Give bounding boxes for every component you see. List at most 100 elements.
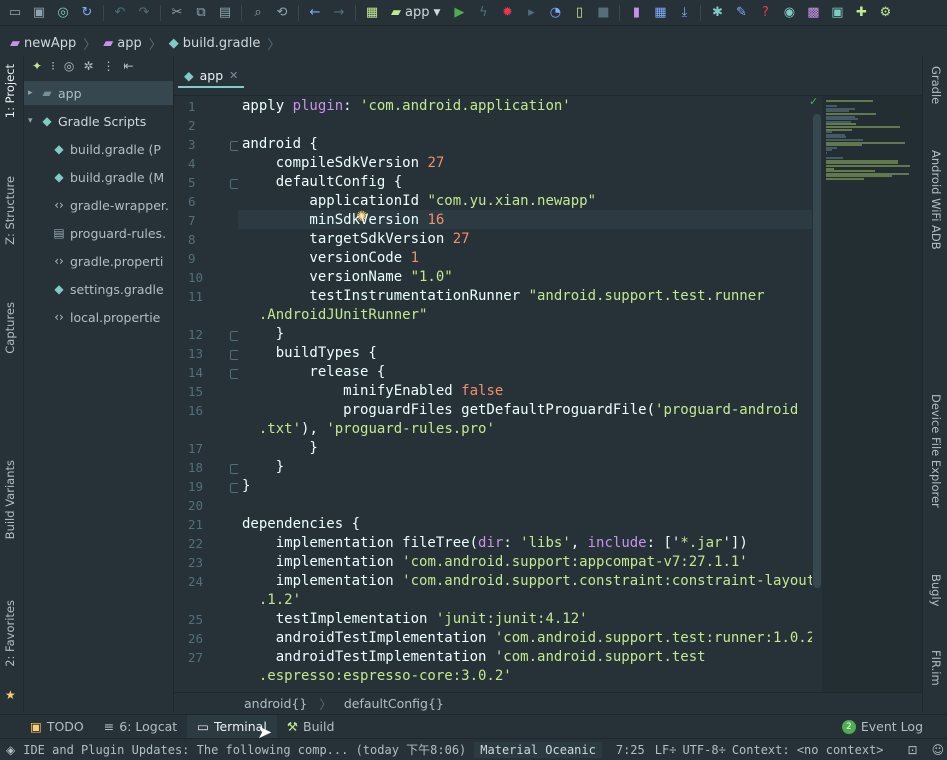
inspector-icon[interactable]: ☺ [932,743,945,757]
copy-icon[interactable]: ⧉ [190,2,212,24]
tree-item[interactable]: ▤ proguard-rules. [24,221,173,245]
code-token: : [' [646,535,681,551]
undo-icon[interactable]: ↶ [109,2,131,24]
event-log-button[interactable]: 2 Event Log [832,715,933,739]
editor-tab[interactable]: ◆ app ✕ [178,64,245,88]
code-token: , [570,535,588,551]
profile-icon[interactable]: ◔ [544,2,566,24]
tree-item[interactable]: ‹› local.propertie [24,305,173,329]
run-config-selector[interactable]: ▰ app ▼ [385,3,446,23]
save-icon[interactable]: ▣ [28,2,50,24]
tree-item[interactable]: ◆ settings.gradle [24,277,173,301]
breadcrumb-item[interactable]: app [117,36,141,51]
bugly-tool-tab[interactable]: Bugly [929,574,943,606]
help-icon[interactable]: ? [754,2,776,24]
toolbar-divider [619,4,621,21]
theme-badge[interactable]: Material Oceanic [474,741,602,758]
file-encoding[interactable]: UTF-8÷ [682,743,725,757]
run-icon[interactable]: ▶ [448,2,470,24]
toolbar-divider [700,4,702,21]
screen-icon[interactable]: ▣ [826,2,848,24]
captures-tool-tab[interactable]: Captures [3,302,17,354]
context-indicator[interactable]: Context: <no context> [732,743,884,757]
code-token: testInstrumentationRunner [242,288,529,304]
layout-icon[interactable]: ▦ [649,2,671,24]
breadcrumb-item[interactable]: build.gradle [183,36,261,51]
debug-icon[interactable]: ✹ [496,2,518,24]
tree-item[interactable]: ◆ build.gradle (P [24,137,173,161]
code-token: compileSdkVersion [242,155,428,171]
line-separator[interactable]: LF÷ [655,743,677,757]
paste-icon[interactable]: ▤ [214,2,236,24]
code-breadcrumb-item[interactable]: defaultConfig{} [344,696,444,711]
build-tool-button[interactable]: ⚒ Build [277,715,345,739]
properties-icon: ‹› [54,310,64,324]
attach-debugger-icon[interactable]: ▸ [520,2,542,24]
plugin-icon[interactable]: ✱ [706,2,728,24]
todo-tool-button[interactable]: ▣ TODO [20,715,94,739]
toolbar-divider [103,4,104,21]
find-icon[interactable]: ⌕ [247,2,269,24]
tree-twisty-icon[interactable]: ▾ [28,116,40,126]
hide-icon[interactable]: ⇤ [123,59,133,73]
caret-position[interactable]: 7:25 [616,743,645,757]
editor-scrollbar[interactable]: ✓ [809,95,822,692]
record-icon[interactable]: ◉ [778,2,800,24]
scroll-thumb[interactable] [813,114,821,588]
code-line: } [242,458,284,477]
redo-icon[interactable]: ↷ [133,2,155,24]
code-minimap[interactable] [822,96,922,692]
editor-gutter: 1 2 3 4 5 6 7 8 9 10 11 12 13 14 15 16 17 18 19 20 21 22 23 24 2… [174,96,240,692]
pin-icon[interactable]: ✎ [730,2,752,24]
forward-icon[interactable]: → [328,2,350,24]
tree-twisty-icon[interactable]: ▸ [28,88,40,98]
code-token: false [461,383,504,399]
gradle-tool-tab[interactable]: Gradle [929,66,943,104]
back-icon[interactable]: ← [304,2,326,24]
android-icon[interactable]: ✦ [32,59,42,73]
tree-item[interactable]: ‹› gradle.properti [24,249,173,273]
open-icon[interactable]: ▭ [4,2,26,24]
puzzle-icon[interactable]: ✚ [850,2,872,24]
stop-icon[interactable]: ■ [592,2,614,24]
code-line: dependencies { [242,515,360,534]
cut-icon[interactable]: ✂ [166,2,188,24]
device-explorer-tool-tab[interactable]: Device File Explorer [929,394,943,508]
layers-icon[interactable]: ◈ [0,743,15,757]
build-variants-tool-tab[interactable]: Build Variants [3,460,17,539]
avd-manager-icon[interactable]: ▮ [625,2,647,24]
properties-icon: ‹› [54,254,64,268]
code-editor[interactable]: ✺ apply plugin: 'com.android.application… [238,96,812,692]
lock-icon[interactable]: ⊡ [908,743,918,757]
code-line: targetSdkVersion 27 [242,230,469,249]
wifi-adb-tool-tab[interactable]: Android WiFi ADB [929,150,943,250]
more-icon[interactable]: ⋮ [102,59,114,73]
color-icon[interactable]: ▩ [802,2,824,24]
settings-icon[interactable]: ⚙ [874,2,896,24]
tree-item[interactable]: ▸ ▰ app [24,81,173,105]
tree-item[interactable]: ◆ build.gradle (M [24,165,173,189]
collapse-icon[interactable]: ✲ [83,59,93,73]
target-icon[interactable]: ◎ [64,59,74,73]
device-icon[interactable]: ▯ [568,2,590,24]
sdk-manager-icon[interactable]: ⤓ [673,2,695,24]
status-message[interactable]: IDE and Plugin Updates: The following co… [15,741,466,758]
code-breadcrumb-item[interactable]: android{} [244,696,307,711]
build-icon[interactable]: ▦ [361,2,383,24]
tree-item[interactable]: ‹› gradle-wrapper. [24,193,173,217]
favorites-tool-tab[interactable]: 2: Favorites [3,600,17,667]
replace-icon[interactable]: ⟲ [271,2,293,24]
code-line: compileSdkVersion 27 [242,154,445,173]
sync-icon[interactable]: ◎ [52,2,74,24]
project-tool-tab[interactable]: 1: Project [3,64,17,118]
logcat-label: 6: Logcat [119,719,178,734]
breadcrumb-item[interactable]: newApp [24,36,76,51]
fir-tool-tab[interactable]: FIR.im [929,650,943,686]
apply-changes-icon[interactable]: ϟ [472,2,494,24]
view-mode-icon[interactable]: ⁝ [51,59,55,73]
refresh-icon[interactable]: ↻ [76,2,98,24]
structure-tool-tab[interactable]: Z: Structure [3,176,17,245]
close-icon[interactable]: ✕ [229,69,238,82]
tree-item[interactable]: ▾ ◆ Gradle Scripts [24,109,173,133]
logcat-tool-button[interactable]: ≡ 6: Logcat [94,715,187,739]
